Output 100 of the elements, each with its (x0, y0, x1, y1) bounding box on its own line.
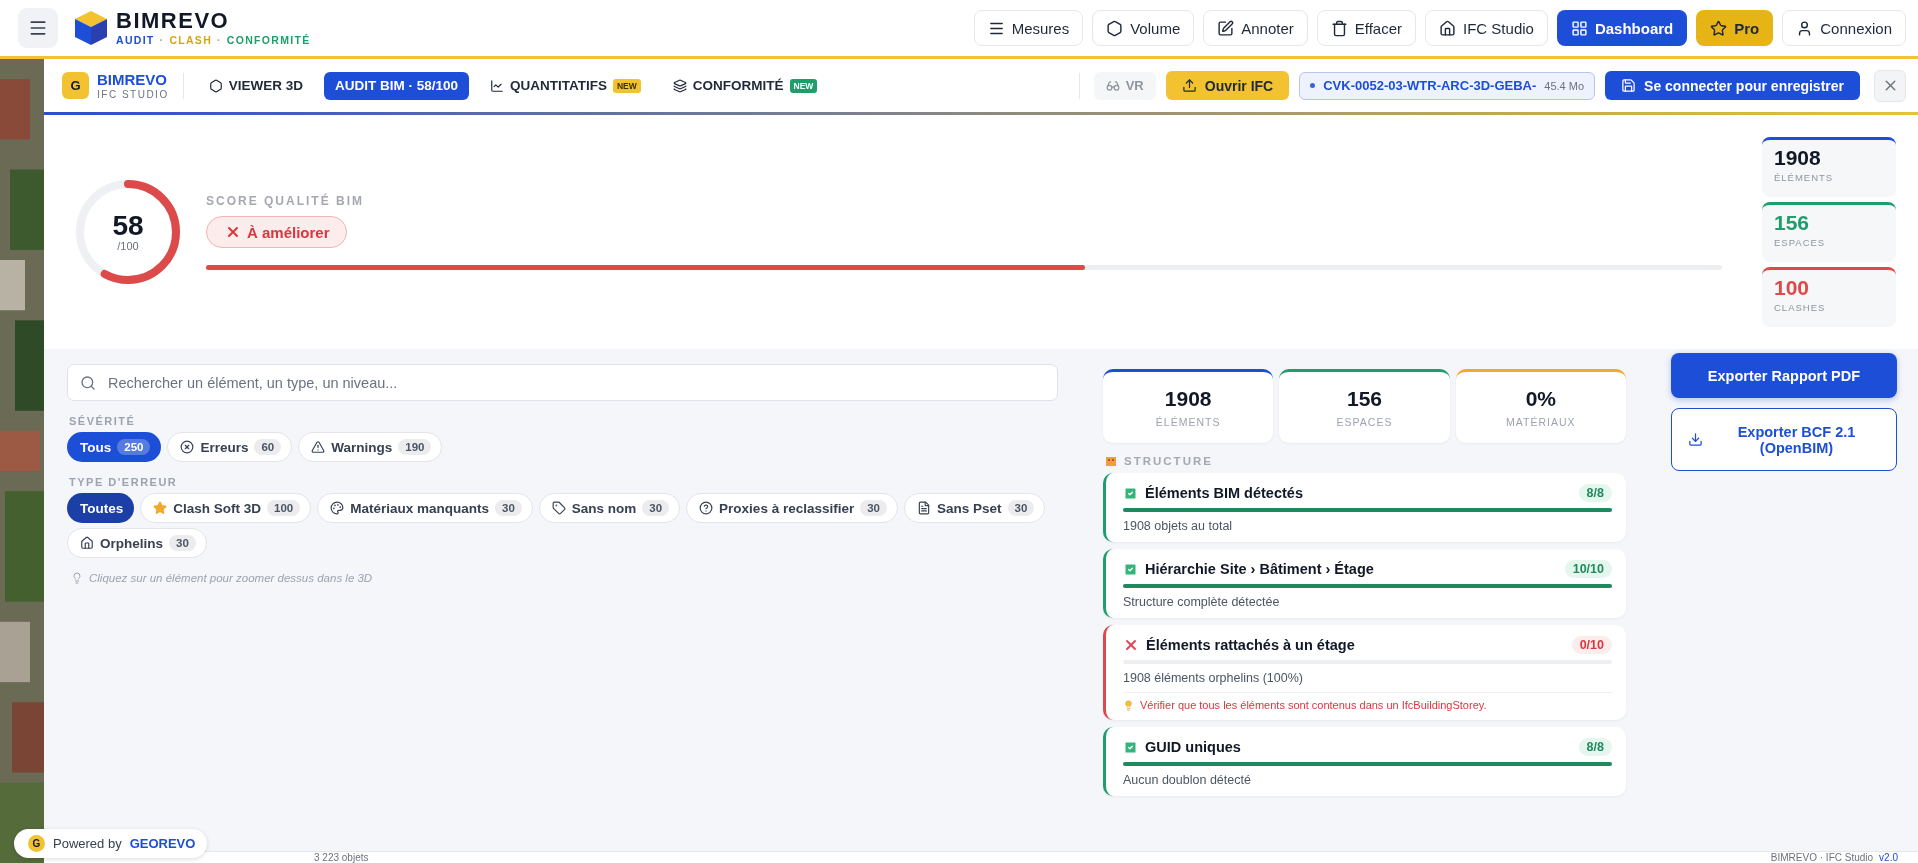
tagline-word: AUDIT (116, 34, 155, 46)
header-button[interactable]: Mesures (973, 10, 1084, 46)
check-title: Éléments rattachés à un étage (1146, 637, 1356, 653)
tab[interactable]: AUDIT BIM · 58/100 (323, 71, 469, 100)
search-input[interactable]: Rechercher un élément, un type, un niveau... (106, 373, 1045, 392)
filter-chip[interactable]: Proxies à reclassifier 30 (686, 493, 898, 523)
open-ifc-button[interactable]: Ouvrir IFC (1165, 71, 1290, 100)
pen-icon (1217, 19, 1235, 37)
glasses-icon (1105, 78, 1120, 93)
filter-chip[interactable]: Tous 250 (67, 432, 162, 462)
palette-icon (330, 501, 345, 515)
score-label: SCORE QUALITÉ BIM (206, 194, 364, 208)
brand-name: BIMREVO (97, 71, 168, 87)
check-score: 0/10 (1571, 636, 1612, 654)
filter-chip[interactable]: Matériaux manquants 30 (317, 493, 533, 523)
check-tip: Vérifier que tous les éléments sont contenus dans un IfcBuildingStorey. (1140, 699, 1487, 711)
check-score: 8/8 (1578, 484, 1612, 502)
check-score: 8/8 (1578, 738, 1612, 756)
filter-chip[interactable]: Clash Soft 3D 100 (140, 493, 312, 523)
layers-icon (672, 78, 687, 93)
check-icon (1123, 739, 1138, 755)
lightbulb-icon (1123, 699, 1134, 711)
filter-chip[interactable]: Sans Pset 30 (904, 493, 1046, 523)
header-button[interactable]: Annoter (1203, 10, 1308, 46)
brand-subtitle: IFC STUDIO (97, 88, 169, 100)
filter-chip[interactable]: Toutes (67, 493, 135, 523)
header-button[interactable]: Pro (1696, 10, 1774, 46)
cross-icon (1123, 637, 1139, 653)
check-score: 10/10 (1564, 560, 1612, 578)
export-button[interactable]: Exporter Rapport PDF (1671, 353, 1897, 398)
app-name: BIMREVO (116, 10, 231, 32)
check-title: Éléments BIM détectés (1145, 485, 1304, 501)
filter-chip[interactable]: Orphelins 30 (67, 528, 207, 558)
menu-icon (28, 18, 48, 38)
menu-button[interactable] (18, 8, 58, 48)
grid-icon (1570, 19, 1588, 37)
filter-chip[interactable]: Sans nom 30 (538, 493, 681, 523)
tag-icon (551, 501, 566, 515)
cube-logo-icon (74, 10, 108, 46)
status-text: 3 223 objets (314, 852, 369, 863)
status-text: BIMREVO · IFC Studio (1770, 852, 1874, 863)
check-icon (1123, 561, 1138, 577)
status-badge: À améliorer (206, 216, 347, 248)
save-icon (1621, 78, 1637, 93)
document-icon (917, 501, 931, 515)
warning-icon (311, 440, 326, 454)
check-detail: 1908 éléments orphelins (100%) (1123, 671, 1304, 685)
tab[interactable]: VIEWER 3D (197, 71, 314, 100)
tab[interactable]: CONFORMITÉ NEW (661, 71, 829, 100)
new-badge: NEW (789, 78, 818, 93)
tagline-word: CLASH (169, 34, 213, 46)
export-button[interactable]: Exporter BCF 2.1 (OpenBIM) (1671, 408, 1897, 471)
check-detail: Aucun doublon détecté (1123, 773, 1252, 787)
cross-icon (225, 224, 241, 240)
stat-card: 156 ESPACES (1762, 202, 1896, 262)
brand-badge: G (62, 72, 89, 99)
check-title: GUID uniques (1145, 739, 1242, 755)
file-chip: CVK-0052-03-WTR-ARC-3D-GEBA- 45.4 Mo (1299, 71, 1596, 100)
header-button[interactable]: Connexion (1782, 10, 1906, 46)
search-field[interactable]: Rechercher un élément, un type, un niveau... (67, 364, 1058, 401)
tagline-separator: · (159, 34, 165, 46)
search-icon (80, 374, 96, 391)
section-heading: STRUCTURE (1124, 455, 1213, 467)
tab[interactable]: QUANTITATIFS NEW (478, 71, 652, 100)
filter-chip[interactable]: Warnings 190 (298, 432, 443, 462)
download-icon (1688, 432, 1703, 447)
help-icon (699, 501, 714, 515)
header-button[interactable]: Effacer (1316, 10, 1417, 46)
stat-card: 156 ESPACES (1279, 369, 1450, 443)
header-button[interactable]: Dashboard (1556, 10, 1688, 46)
check-icon (1123, 485, 1138, 501)
check-title: Hiérarchie Site › Bâtiment › Étage (1145, 561, 1375, 577)
stat-card: 1908 ÉLÉMENTS (1762, 137, 1896, 197)
error-icon (180, 440, 195, 454)
bucket-icon (1330, 19, 1348, 37)
star-icon (153, 501, 168, 515)
filter-chip[interactable]: Erreurs 60 (167, 432, 293, 462)
tagline-word: CONFORMITÉ (226, 34, 311, 46)
lightbulb-icon (71, 572, 83, 584)
new-badge: NEW (612, 78, 641, 93)
house-icon (1439, 19, 1457, 37)
upload-icon (1181, 78, 1197, 93)
save-button[interactable]: Se connecter pour enregistrer (1605, 71, 1860, 100)
score-max: /100 (117, 240, 139, 252)
section-heading: TYPE D'ERREUR (69, 476, 179, 488)
header-button[interactable]: IFC Studio (1425, 10, 1548, 46)
check-detail: 1908 objets au total (1123, 519, 1234, 533)
tagline-separator: · (217, 34, 222, 46)
building-icon (1105, 455, 1117, 467)
hint-text: Cliquez sur un élément pour zoomer dessus dans le 3D (89, 572, 373, 584)
stat-card: 100 CLASHES (1762, 267, 1896, 327)
stat-card: 0% MATÉRIAUX (1455, 369, 1626, 443)
stat-card: 1908 ÉLÉMENTS (1103, 369, 1274, 443)
chart-icon (489, 78, 504, 93)
score-value: 58 (112, 212, 144, 240)
powered-by-badge: G Powered by GEOREVO (14, 829, 208, 858)
header-button[interactable]: Volume (1092, 10, 1195, 46)
check-detail: Structure complète détectée (1123, 595, 1281, 609)
version-text: v2.0 (1879, 852, 1898, 863)
hexagon-icon (1106, 19, 1124, 37)
